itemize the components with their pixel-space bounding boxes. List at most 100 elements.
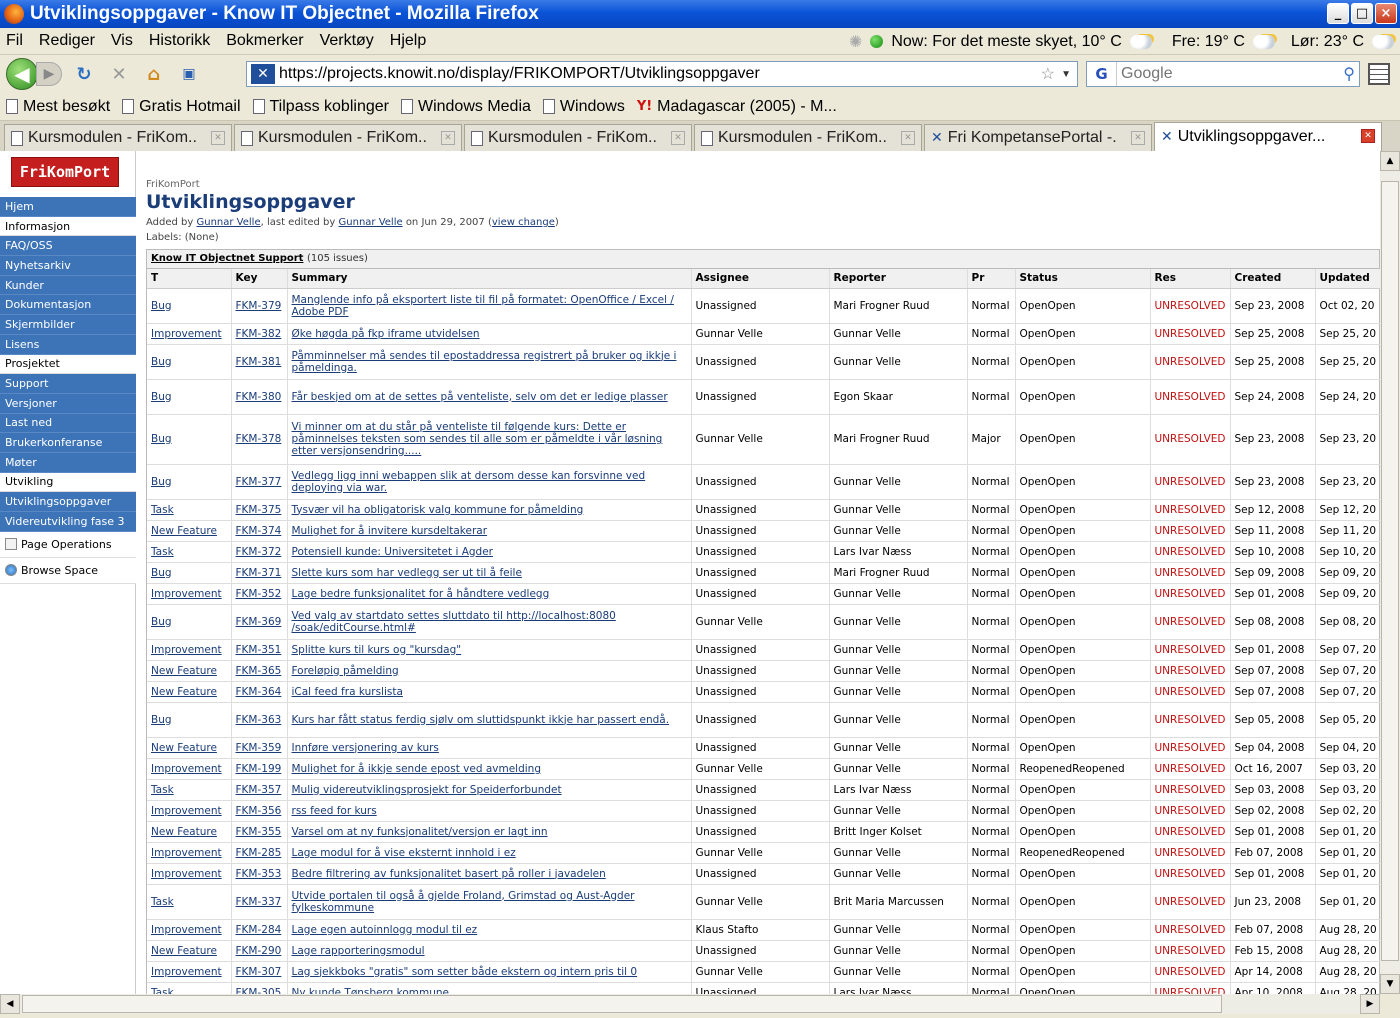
issue-summary[interactable]: Lage bedre funksjonalitet for å håndtere… [292, 588, 550, 600]
issue-summary[interactable]: Utvide portalen til også å gjelde Frolan… [292, 890, 635, 914]
bookmark-item[interactable]: Gratis Hotmail [116, 98, 246, 116]
issue-key[interactable]: FKM-285 [236, 847, 282, 859]
issue-key[interactable]: FKM-382 [236, 328, 282, 340]
author-link[interactable]: Gunnar Velle [197, 217, 261, 228]
forward-button[interactable]: ▶ [36, 62, 62, 86]
issue-type[interactable]: New Feature [151, 826, 217, 838]
issue-type[interactable]: Improvement [151, 847, 222, 859]
gear-icon[interactable]: ✺ [849, 32, 862, 52]
screen-icon[interactable]: ▣ [176, 61, 202, 87]
issue-type[interactable]: New Feature [151, 742, 217, 754]
tab-close-icon[interactable]: ✕ [441, 131, 455, 145]
issue-type[interactable]: Bug [151, 391, 172, 403]
issue-key[interactable]: FKM-378 [236, 433, 282, 445]
issue-key[interactable]: FKM-305 [236, 987, 282, 995]
search-box[interactable]: G ⚲ [1086, 61, 1360, 87]
issue-key[interactable]: FKM-359 [236, 742, 282, 754]
issue-key[interactable]: FKM-284 [236, 924, 282, 936]
issue-type[interactable]: Bug [151, 300, 172, 312]
menu-tools[interactable]: Verktøy [312, 32, 382, 50]
bookmark-item[interactable]: Windows [537, 98, 631, 116]
issue-type[interactable]: Bug [151, 567, 172, 579]
issue-type[interactable]: New Feature [151, 525, 217, 537]
menu-edit[interactable]: Rediger [31, 32, 103, 50]
tab-kompetanseportal[interactable]: ✕ Fri KompetansePortal -... ✕ [924, 124, 1152, 151]
issue-key[interactable]: FKM-351 [236, 644, 282, 656]
issue-summary[interactable]: Lage rapporteringsmodul [292, 945, 425, 957]
sidebar-item[interactable]: Lisens [0, 334, 136, 355]
horizontal-scrollbar[interactable]: ◀ ▶ [0, 994, 1380, 1014]
issue-key[interactable]: FKM-307 [236, 966, 282, 978]
tab-close-icon[interactable]: ✕ [901, 131, 915, 145]
column-header[interactable]: T [147, 269, 232, 289]
sidebar-operation[interactable]: Browse Space [0, 557, 136, 584]
scroll-thumb[interactable] [1381, 181, 1399, 961]
issue-summary[interactable]: Kurs har fått status ferdig sjølv om slu… [292, 714, 670, 726]
issue-summary[interactable]: Mulighet for å ikkje sende epost ved avm… [292, 763, 541, 775]
issue-key[interactable]: FKM-369 [236, 616, 282, 628]
issue-type[interactable]: Improvement [151, 868, 222, 880]
column-header[interactable]: Updated [1315, 269, 1380, 289]
issue-type[interactable]: Bug [151, 616, 172, 628]
view-change-link[interactable]: view change [492, 217, 555, 228]
column-header[interactable]: Summary [287, 269, 692, 289]
menu-history[interactable]: Historikk [141, 32, 218, 50]
sidebar-operation[interactable]: Page Operations [0, 531, 136, 558]
column-header[interactable]: Assignee [691, 269, 830, 289]
issue-type[interactable]: New Feature [151, 945, 217, 957]
column-header[interactable]: Created [1230, 269, 1316, 289]
column-header[interactable]: Reporter [829, 269, 968, 289]
sidebar-item[interactable]: FAQ/OSS [0, 236, 136, 257]
weather-widget[interactable]: ✺ Now: For det meste skyet, 10° C Fre: 1… [849, 28, 1400, 55]
url-text[interactable]: https://projects.knowit.no/display/FRIKO… [279, 65, 760, 83]
issue-type[interactable]: Bug [151, 356, 172, 368]
menu-file[interactable]: Fil [0, 32, 31, 50]
issue-key[interactable]: FKM-363 [236, 714, 282, 726]
maximize-button[interactable]: □ [1351, 3, 1373, 24]
google-engine-icon[interactable]: G [1087, 62, 1117, 86]
issue-type[interactable]: Improvement [151, 644, 222, 656]
issue-summary[interactable]: Får beskjed om at de settes på ventelist… [292, 391, 668, 403]
scroll-right-icon[interactable]: ▶ [1360, 994, 1380, 1014]
menu-help[interactable]: Hjelp [382, 32, 434, 50]
issue-type[interactable]: Improvement [151, 966, 222, 978]
sidebar-item[interactable]: Videreutvikling fase 3 [0, 512, 136, 532]
sidebar-item[interactable]: Utviklingsoppgaver [0, 492, 136, 512]
issue-type[interactable]: Bug [151, 714, 172, 726]
bookmark-item[interactable]: Windows Media [395, 98, 537, 116]
stop-icon[interactable]: ✕ [106, 61, 132, 87]
bookmark-star-icon[interactable]: ☆ [1041, 64, 1055, 84]
back-button[interactable]: ◀ [6, 58, 38, 90]
bookmark-item[interactable]: Tilpass koblinger [247, 98, 395, 116]
issue-summary[interactable]: Lag sjekkboks "gratis" som setter både e… [292, 966, 638, 978]
issue-key[interactable]: FKM-356 [236, 805, 282, 817]
issue-type[interactable]: Task [151, 546, 174, 558]
sidebar-item[interactable]: Last ned [0, 413, 136, 434]
issue-summary[interactable]: Ny kunde Tønsberg kommune [292, 987, 450, 995]
issue-type[interactable]: Bug [151, 476, 172, 488]
tab-close-icon[interactable]: ✕ [1361, 129, 1375, 143]
sidebar-item[interactable]: Informasjon [0, 216, 136, 237]
issue-summary[interactable]: Tysvær vil ha obligatorisk valg kommune … [292, 504, 584, 516]
issue-summary[interactable]: Splitte kurs til kurs og "kursdag" [292, 644, 462, 656]
sidebar-item[interactable]: Nyhetsarkiv [0, 256, 136, 276]
issue-key[interactable]: FKM-355 [236, 826, 282, 838]
sidebar-item[interactable]: Prosjektet [0, 354, 136, 375]
menu-view[interactable]: Vis [103, 32, 141, 50]
jira-project-link[interactable]: Know IT Objectnet Support [151, 253, 303, 264]
sidebar-item[interactable]: Support [0, 374, 136, 394]
issue-key[interactable]: FKM-380 [236, 391, 282, 403]
issue-type[interactable]: Bug [151, 433, 172, 445]
tab-utviklingsoppgaver[interactable]: ✕ Utviklingsoppgaver... ✕ [1154, 122, 1382, 151]
column-header[interactable]: Key [231, 269, 288, 289]
tab-close-icon[interactable]: ✕ [671, 131, 685, 145]
minimize-button[interactable]: _ [1327, 3, 1349, 24]
vertical-scrollbar[interactable]: ▲ ▼ [1380, 151, 1400, 994]
issue-key[interactable]: FKM-377 [236, 476, 282, 488]
issue-summary[interactable]: Vedlegg ligg inni webappen slik at derso… [292, 470, 646, 494]
issue-type[interactable]: Task [151, 504, 174, 516]
issue-key[interactable]: FKM-352 [236, 588, 282, 600]
issue-key[interactable]: FKM-199 [236, 763, 282, 775]
issue-summary[interactable]: Innføre versjonering av kurs [292, 742, 439, 754]
issue-summary[interactable]: Påmminnelser må sendes til epostaddressa… [292, 350, 677, 374]
